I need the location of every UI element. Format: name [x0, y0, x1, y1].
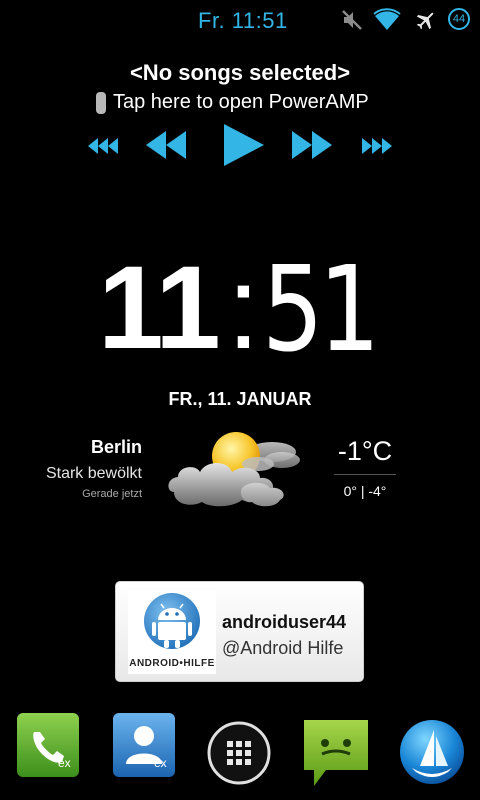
clock-hours: 11 [98, 242, 221, 374]
clock-widget[interactable]: 11 : 51 [0, 240, 480, 378]
clock-date: FR., 11. JANUAR [168, 389, 312, 409]
dock-browser[interactable] [398, 718, 466, 791]
mute-icon [342, 10, 362, 30]
song-title: <No songs selected> [129, 60, 351, 85]
dock-phone-label: ex [58, 756, 71, 770]
rewind-icon[interactable] [146, 131, 186, 159]
wifi-icon [373, 8, 401, 30]
android-robot-icon: ANDROID•HILFE [129, 593, 215, 669]
dock-messaging[interactable] [302, 718, 370, 795]
cloudy-sun-icon [168, 432, 300, 507]
notification-count-icon[interactable]: 44 [448, 8, 470, 30]
app-drawer-icon [207, 721, 271, 785]
dock-contacts-label: ex [154, 756, 167, 770]
profile-card-widget[interactable]: ANDROID•HILFE androiduser44 @Android Hil… [115, 581, 364, 682]
weather-updated: Gerade jetzt [82, 488, 142, 500]
dock-contacts[interactable]: ex [112, 712, 176, 783]
airplane-icon [416, 12, 434, 30]
messaging-icon [304, 720, 368, 786]
weather-divider [334, 474, 396, 475]
card-handle: @Android Hilfe [222, 638, 344, 658]
status-bar[interactable]: Fr. 11:51 44 [0, 0, 480, 40]
fast-forward-icon[interactable] [292, 131, 332, 159]
open-poweramp-link[interactable]: Tap here to open PowerAMP [113, 91, 369, 114]
weather-range: 0° | -4° [343, 483, 387, 499]
clock-minutes: 51 [262, 240, 380, 378]
logo-text: ANDROID•HILFE [129, 658, 215, 669]
card-username: androiduser44 [222, 612, 347, 632]
previous-list-icon[interactable] [88, 138, 118, 154]
play-icon[interactable] [224, 124, 264, 166]
android-hilfe-logo: ANDROID•HILFE [128, 590, 216, 674]
dock-app-drawer[interactable] [206, 720, 272, 791]
next-list-icon[interactable] [362, 138, 392, 154]
clock-separator: : [227, 242, 260, 374]
weather-city: Berlin [90, 437, 142, 457]
browser-icon [400, 720, 464, 784]
drag-handle-icon [96, 92, 106, 114]
status-time: Fr. 11:51 [198, 8, 288, 33]
weather-condition: Stark bewölkt [45, 465, 142, 482]
dock-phone[interactable]: ex [16, 712, 80, 783]
weather-temperature: -1°C [337, 436, 393, 466]
dock: ex ex [0, 712, 480, 800]
